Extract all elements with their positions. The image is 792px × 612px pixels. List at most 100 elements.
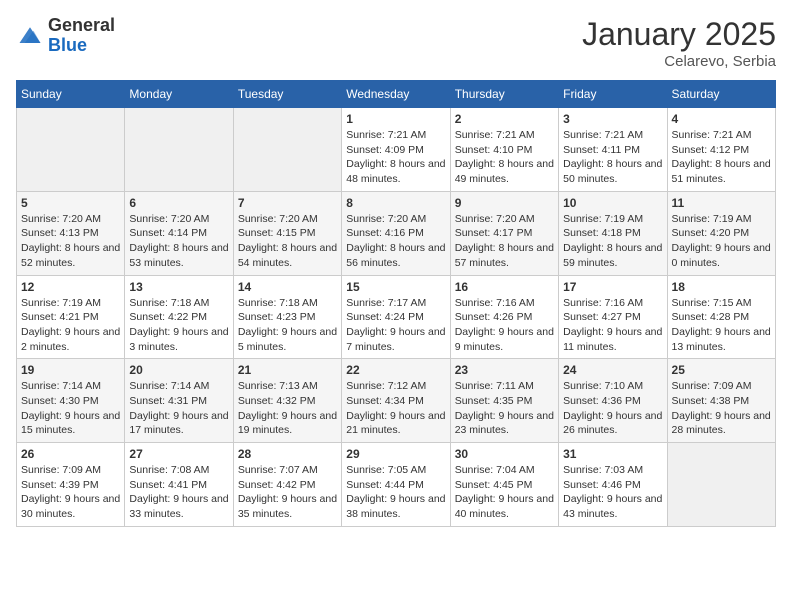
day-info: Sunrise: 7:21 AMSunset: 4:12 PMDaylight:…: [672, 128, 771, 187]
day-info: Sunrise: 7:14 AMSunset: 4:30 PMDaylight:…: [21, 379, 120, 438]
location: Celarevo, Serbia: [582, 53, 776, 70]
day-info: Sunrise: 7:15 AMSunset: 4:28 PMDaylight:…: [672, 296, 771, 355]
calendar-cell: 1 Sunrise: 7:21 AMSunset: 4:09 PMDaylight…: [342, 108, 450, 192]
calendar-cell: 23Sunrise: 7:11 AMSunset: 4:35 PMDayligh…: [450, 359, 558, 443]
day-number: 6: [129, 196, 228, 210]
calendar-cell: 9Sunrise: 7:20 AMSunset: 4:17 PMDaylight…: [450, 191, 558, 275]
calendar-week-4: 19 Sunrise: 7:14 AMSunset: 4:30 PMDayligh…: [17, 359, 776, 443]
calendar-week-5: 26 Sunrise: 7:09 AMSunset: 4:39 PMDayligh…: [17, 443, 776, 527]
day-info: Sunrise: 7:08 AMSunset: 4:41 PMDaylight:…: [129, 463, 228, 522]
day-number: 20: [129, 363, 228, 377]
day-info: Sunrise: 7:18 AMSunset: 4:22 PMDaylight:…: [129, 296, 228, 355]
day-number: 28: [238, 447, 337, 461]
day-info: Sunrise: 7:07 AMSunset: 4:42 PMDaylight:…: [238, 463, 337, 522]
title-block: January 2025 Celarevo, Serbia: [582, 16, 776, 70]
calendar-cell: 13Sunrise: 7:18 AMSunset: 4:22 PMDayligh…: [125, 275, 233, 359]
calendar-cell: [667, 443, 775, 527]
day-number: 24: [563, 363, 662, 377]
day-info: Sunrise: 7:21 AMSunset: 4:10 PMDaylight:…: [455, 128, 554, 187]
calendar-cell: 10 Sunrise: 7:19 AMSunset: 4:18 PMDayligh…: [559, 191, 667, 275]
month-year: January 2025: [582, 16, 776, 53]
day-info: Sunrise: 7:20 AMSunset: 4:15 PMDaylight:…: [238, 212, 337, 271]
day-info: Sunrise: 7:19 AMSunset: 4:18 PMDaylight:…: [563, 212, 662, 271]
calendar-week-1: 1 Sunrise: 7:21 AMSunset: 4:09 PMDaylight…: [17, 108, 776, 192]
calendar-cell: 7Sunrise: 7:20 AMSunset: 4:15 PMDaylight…: [233, 191, 341, 275]
day-number: 14: [238, 280, 337, 294]
calendar-cell: 29 Sunrise: 7:05 AMSunset: 4:44 PMDayligh…: [342, 443, 450, 527]
day-number: 11: [672, 196, 771, 210]
calendar-cell: 2 Sunrise: 7:21 AMSunset: 4:10 PMDaylight…: [450, 108, 558, 192]
calendar-cell: [233, 108, 341, 192]
weekday-header-sunday: Sunday: [17, 81, 125, 108]
calendar-cell: 28 Sunrise: 7:07 AMSunset: 4:42 PMDayligh…: [233, 443, 341, 527]
day-info: Sunrise: 7:11 AMSunset: 4:35 PMDaylight:…: [455, 379, 554, 438]
calendar-cell: 22Sunrise: 7:12 AMSunset: 4:34 PMDayligh…: [342, 359, 450, 443]
day-info: Sunrise: 7:16 AMSunset: 4:26 PMDaylight:…: [455, 296, 554, 355]
day-number: 1: [346, 112, 445, 126]
day-info: Sunrise: 7:09 AMSunset: 4:38 PMDaylight:…: [672, 379, 771, 438]
weekday-header-monday: Monday: [125, 81, 233, 108]
calendar-cell: 20 Sunrise: 7:14 AMSunset: 4:31 PMDayligh…: [125, 359, 233, 443]
day-info: Sunrise: 7:18 AMSunset: 4:23 PMDaylight:…: [238, 296, 337, 355]
calendar-body: 1 Sunrise: 7:21 AMSunset: 4:09 PMDaylight…: [17, 108, 776, 527]
day-info: Sunrise: 7:09 AMSunset: 4:39 PMDaylight:…: [21, 463, 120, 522]
calendar-cell: 16 Sunrise: 7:16 AMSunset: 4:26 PMDayligh…: [450, 275, 558, 359]
day-number: 17: [563, 280, 662, 294]
calendar-cell: 25 Sunrise: 7:09 AMSunset: 4:38 PMDayligh…: [667, 359, 775, 443]
page-header: General Blue January 2025 Celarevo, Serb…: [16, 16, 776, 70]
calendar-cell: 3 Sunrise: 7:21 AMSunset: 4:11 PMDaylight…: [559, 108, 667, 192]
calendar-week-3: 12Sunrise: 7:19 AMSunset: 4:21 PMDayligh…: [17, 275, 776, 359]
day-number: 2: [455, 112, 554, 126]
day-info: Sunrise: 7:16 AMSunset: 4:27 PMDaylight:…: [563, 296, 662, 355]
logo: General Blue: [16, 16, 115, 56]
day-info: Sunrise: 7:03 AMSunset: 4:46 PMDaylight:…: [563, 463, 662, 522]
calendar-cell: 18 Sunrise: 7:15 AMSunset: 4:28 PMDayligh…: [667, 275, 775, 359]
day-number: 26: [21, 447, 120, 461]
day-number: 22: [346, 363, 445, 377]
weekday-header-wednesday: Wednesday: [342, 81, 450, 108]
day-number: 10: [563, 196, 662, 210]
day-number: 16: [455, 280, 554, 294]
day-number: 31: [563, 447, 662, 461]
weekday-header-saturday: Saturday: [667, 81, 775, 108]
calendar-cell: 17 Sunrise: 7:16 AMSunset: 4:27 PMDayligh…: [559, 275, 667, 359]
calendar-cell: 6Sunrise: 7:20 AMSunset: 4:14 PMDaylight…: [125, 191, 233, 275]
day-info: Sunrise: 7:10 AMSunset: 4:36 PMDaylight:…: [563, 379, 662, 438]
calendar-cell: 11 Sunrise: 7:19 AMSunset: 4:20 PMDayligh…: [667, 191, 775, 275]
calendar-cell: 31 Sunrise: 7:03 AMSunset: 4:46 PMDayligh…: [559, 443, 667, 527]
day-number: 9: [455, 196, 554, 210]
day-number: 8: [346, 196, 445, 210]
calendar-cell: 8 Sunrise: 7:20 AMSunset: 4:16 PMDaylight…: [342, 191, 450, 275]
day-number: 30: [455, 447, 554, 461]
day-number: 18: [672, 280, 771, 294]
day-info: Sunrise: 7:21 AMSunset: 4:09 PMDaylight:…: [346, 128, 445, 187]
calendar-cell: 15 Sunrise: 7:17 AMSunset: 4:24 PMDayligh…: [342, 275, 450, 359]
day-number: 25: [672, 363, 771, 377]
day-info: Sunrise: 7:20 AMSunset: 4:16 PMDaylight:…: [346, 212, 445, 271]
day-number: 4: [672, 112, 771, 126]
day-info: Sunrise: 7:19 AMSunset: 4:21 PMDaylight:…: [21, 296, 120, 355]
logo-text: General Blue: [48, 16, 115, 56]
calendar-cell: 26 Sunrise: 7:09 AMSunset: 4:39 PMDayligh…: [17, 443, 125, 527]
day-info: Sunrise: 7:14 AMSunset: 4:31 PMDaylight:…: [129, 379, 228, 438]
day-number: 29: [346, 447, 445, 461]
weekday-header-thursday: Thursday: [450, 81, 558, 108]
day-info: Sunrise: 7:21 AMSunset: 4:11 PMDaylight:…: [563, 128, 662, 187]
calendar-cell: [125, 108, 233, 192]
day-number: 3: [563, 112, 662, 126]
day-info: Sunrise: 7:04 AMSunset: 4:45 PMDaylight:…: [455, 463, 554, 522]
day-info: Sunrise: 7:05 AMSunset: 4:44 PMDaylight:…: [346, 463, 445, 522]
calendar-cell: 12Sunrise: 7:19 AMSunset: 4:21 PMDayligh…: [17, 275, 125, 359]
day-number: 21: [238, 363, 337, 377]
day-number: 19: [21, 363, 120, 377]
logo-icon: [16, 22, 44, 50]
day-info: Sunrise: 7:17 AMSunset: 4:24 PMDaylight:…: [346, 296, 445, 355]
calendar-cell: 21 Sunrise: 7:13 AMSunset: 4:32 PMDayligh…: [233, 359, 341, 443]
calendar-cell: 30 Sunrise: 7:04 AMSunset: 4:45 PMDayligh…: [450, 443, 558, 527]
day-number: 15: [346, 280, 445, 294]
day-info: Sunrise: 7:13 AMSunset: 4:32 PMDaylight:…: [238, 379, 337, 438]
calendar-cell: 4 Sunrise: 7:21 AMSunset: 4:12 PMDaylight…: [667, 108, 775, 192]
calendar-cell: 27Sunrise: 7:08 AMSunset: 4:41 PMDayligh…: [125, 443, 233, 527]
day-info: Sunrise: 7:19 AMSunset: 4:20 PMDaylight:…: [672, 212, 771, 271]
weekday-header-tuesday: Tuesday: [233, 81, 341, 108]
